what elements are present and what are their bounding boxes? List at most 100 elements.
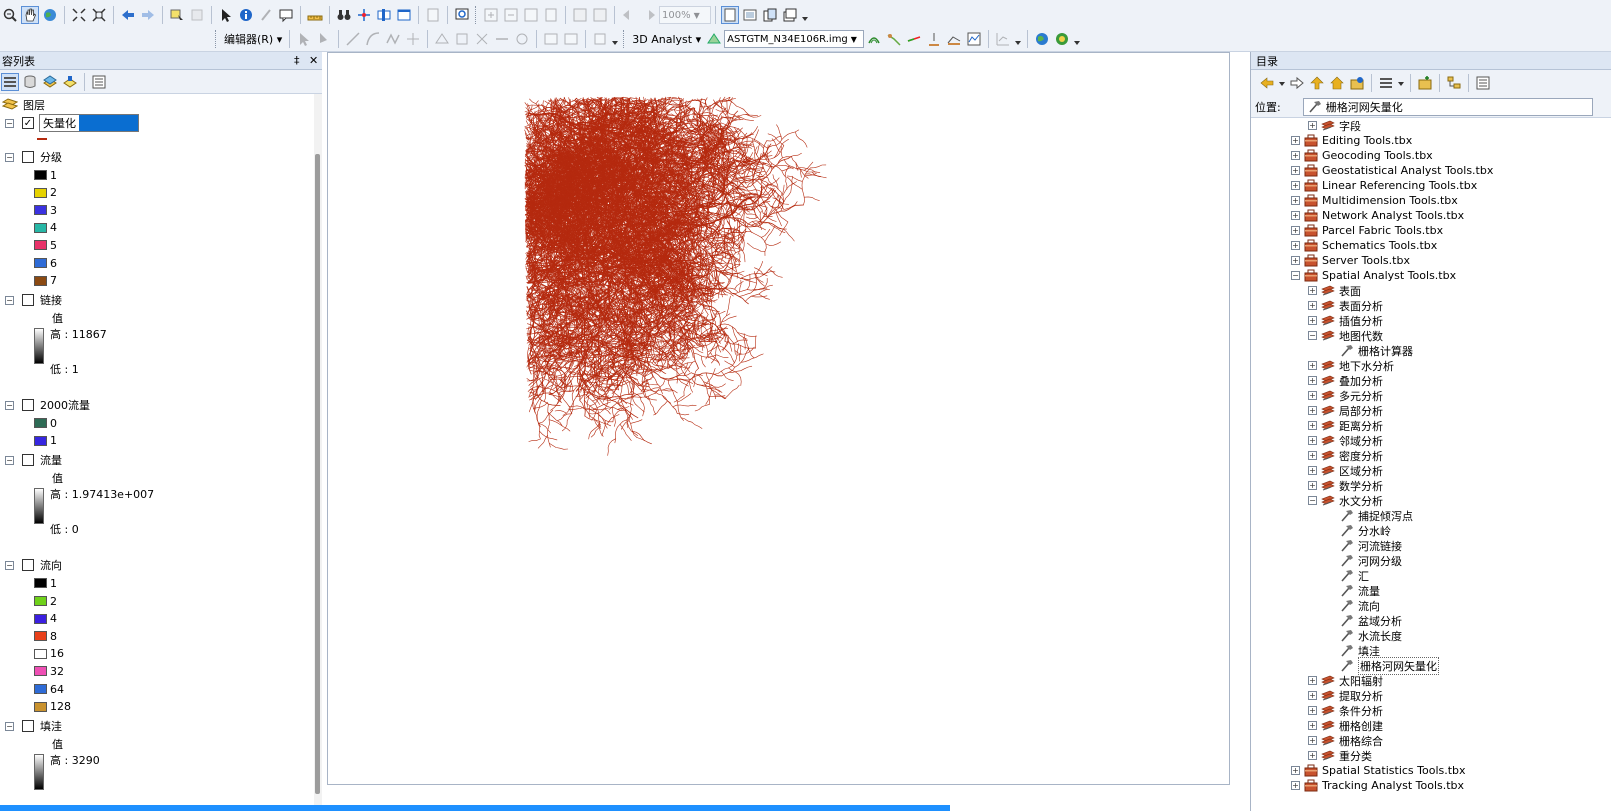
time-slider-icon[interactable] [375, 6, 393, 24]
layout-view-icon[interactable] [424, 6, 442, 24]
edit-annotation-icon[interactable] [315, 30, 333, 48]
go-to-xy-icon[interactable] [355, 6, 373, 24]
legend-class[interactable]: 4 [34, 610, 57, 628]
collapse-icon[interactable]: − [5, 295, 14, 305]
collapse-icon[interactable]: − [5, 152, 14, 162]
reshape-icon[interactable] [453, 30, 471, 48]
list-by-drawing-order-icon[interactable] [1, 72, 19, 91]
line-of-sight-icon[interactable] [905, 30, 923, 48]
create-viewer-icon[interactable] [395, 6, 413, 24]
3d-analyst-menu[interactable]: 3D Analyst ▾ [629, 33, 704, 46]
layout-pan-icon[interactable] [522, 6, 540, 24]
layout-back-icon[interactable] [620, 6, 638, 24]
map-view[interactable] [327, 52, 1230, 785]
3d-options-icon[interactable] [1073, 30, 1081, 48]
editor-menu[interactable]: 编辑器(R) ▾ [221, 31, 285, 47]
layers-root[interactable]: 图层 [2, 96, 45, 114]
layer-visibility-checkbox[interactable] [22, 294, 34, 307]
split-icon[interactable] [493, 30, 511, 48]
change-layout-icon[interactable] [761, 6, 779, 24]
legend-class[interactable]: 2 [34, 184, 57, 202]
layer-row[interactable]: − 流量 [5, 451, 62, 469]
straight-segment-icon[interactable] [344, 30, 362, 48]
legend-class[interactable]: 2 [34, 592, 57, 610]
trace-icon[interactable] [384, 30, 402, 48]
layer-visibility-checkbox[interactable]: ✓ [22, 117, 34, 129]
zoom-whole-page-icon[interactable] [542, 6, 560, 24]
fixed-layout-zoom-in-icon[interactable] [571, 6, 589, 24]
toggle-draft-mode-icon[interactable] [721, 6, 739, 24]
find-binoculars-icon[interactable] [335, 6, 353, 24]
arcglobe-icon[interactable] [1033, 30, 1051, 48]
focus-data-frame-icon[interactable] [741, 6, 759, 24]
cut-polygons-icon[interactable] [473, 30, 491, 48]
layer-row[interactable]: − 链接 [5, 291, 62, 309]
layout-zoom-out-icon[interactable] [502, 6, 520, 24]
layer-visibility-checkbox[interactable] [22, 151, 34, 163]
layer-rename-field[interactable]: 矢量化 [39, 114, 139, 132]
layer-row-vectorized[interactable]: − ✓ 矢量化 [5, 114, 139, 132]
zoom-out-icon[interactable] [1, 6, 19, 24]
layer-combo[interactable]: ASTGTM_N34E106R.img ▼ [724, 30, 865, 48]
magnifier-window-icon[interactable] [453, 6, 471, 24]
legend-class[interactable]: 3 [34, 201, 57, 219]
pin-icon[interactable]: ‡ [294, 54, 300, 67]
edit-vertices-icon[interactable] [433, 30, 451, 48]
layout-zoom-in-icon[interactable] [482, 6, 500, 24]
layer-row[interactable]: −2000流量 [5, 396, 90, 414]
arcscene-icon[interactable] [1053, 30, 1071, 48]
interpolate-point-icon[interactable] [925, 30, 943, 48]
list-by-visibility-icon[interactable] [41, 73, 59, 91]
collapse-icon[interactable]: − [5, 721, 14, 731]
measure-icon[interactable] [306, 6, 324, 24]
point-icon[interactable] [404, 30, 422, 48]
identify-icon[interactable] [237, 6, 255, 24]
layer-row[interactable]: − 分级 [5, 148, 62, 166]
close-icon[interactable]: ✕ [309, 54, 318, 67]
forward-extent-icon[interactable] [139, 6, 157, 24]
graph-options-icon[interactable] [1014, 30, 1022, 48]
legend-class[interactable]: 1 [34, 166, 57, 184]
list-by-selection-icon[interactable] [61, 73, 79, 91]
html-popup-icon[interactable] [277, 6, 295, 24]
legend-class[interactable]: 8 [34, 627, 57, 645]
legend-class[interactable]: 6 [34, 254, 57, 272]
legend-class[interactable]: 16 [34, 645, 64, 663]
legend-class[interactable]: 5 [34, 236, 57, 254]
legend-class[interactable]: 0 [34, 414, 57, 432]
layer-row[interactable]: − 填洼 [5, 717, 62, 735]
collapse-icon[interactable]: − [5, 400, 14, 410]
layer-visibility-checkbox[interactable] [22, 454, 34, 467]
layer-visibility-checkbox[interactable] [22, 399, 34, 412]
sketch-properties-icon[interactable] [562, 30, 580, 48]
rotate-icon[interactable] [513, 30, 531, 48]
layout-zoom-combo[interactable]: 100% ▼ [659, 6, 711, 24]
profile-graph-icon[interactable] [965, 30, 983, 48]
legend-class[interactable]: 1 [34, 432, 57, 450]
interpolate-line-icon[interactable] [945, 30, 963, 48]
collapse-icon[interactable]: − [5, 560, 14, 570]
fixed-layout-zoom-out-icon[interactable] [591, 6, 609, 24]
back-extent-icon[interactable] [119, 6, 137, 24]
create-features-icon[interactable] [591, 30, 609, 48]
list-by-source-icon[interactable] [21, 73, 39, 91]
contour-icon[interactable] [865, 30, 883, 48]
attributes-icon[interactable] [542, 30, 560, 48]
toc-scrollbar[interactable] [314, 94, 322, 811]
legend-class[interactable]: 4 [34, 219, 57, 237]
select-features-icon[interactable] [168, 6, 186, 24]
layer-row[interactable]: − 流向 [5, 556, 62, 574]
layer-visibility-checkbox[interactable] [22, 559, 34, 572]
fixed-zoom-out-icon[interactable] [90, 6, 108, 24]
toc-options-icon[interactable] [90, 73, 108, 91]
clear-selection-icon[interactable] [188, 6, 206, 24]
toc-scroll-thumb[interactable] [315, 154, 320, 794]
legend-class[interactable]: 7 [34, 272, 57, 290]
toolbar-options-icon[interactable] [801, 6, 809, 24]
editor-options-icon[interactable] [611, 30, 619, 48]
layout-forward-icon[interactable] [640, 6, 658, 24]
fixed-zoom-in-icon[interactable] [70, 6, 88, 24]
legend-class[interactable]: 128 [34, 698, 71, 716]
graph-icon[interactable] [994, 30, 1012, 48]
collapse-icon[interactable]: − [5, 118, 14, 128]
